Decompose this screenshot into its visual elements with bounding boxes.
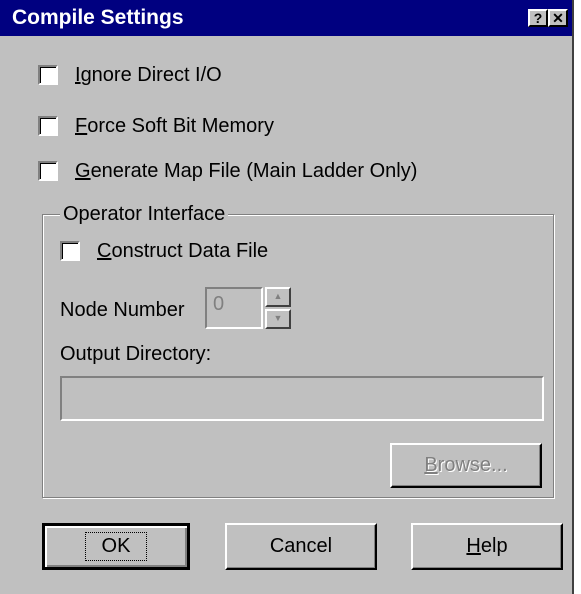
force-soft-bit-memory-checkbox[interactable] [38, 116, 58, 136]
generate-map-file-option[interactable]: Generate Map File (Main Ladder Only) [38, 156, 417, 186]
compile-settings-dialog: Compile Settings ? ✕ Ignore Direct I/O F… [0, 0, 574, 594]
ignore-direct-io-checkbox[interactable] [38, 65, 58, 85]
help-button[interactable]: Help [411, 523, 563, 570]
help-question-button[interactable]: ? [528, 9, 548, 27]
ok-focus-rect: OK [84, 532, 148, 561]
node-number-input[interactable]: 0 [205, 287, 263, 329]
force-soft-bit-memory-label: Force Soft Bit Memory [75, 114, 274, 137]
output-directory-label: Output Directory: [60, 343, 212, 365]
construct-data-file-checkbox[interactable] [60, 241, 80, 261]
construct-data-file-option[interactable]: Construct Data File [60, 236, 268, 266]
browse-button[interactable]: Browse... [390, 443, 542, 488]
force-soft-bit-memory-option[interactable]: Force Soft Bit Memory [38, 111, 274, 141]
node-number-spin-down[interactable]: ▼ [265, 309, 291, 329]
cancel-button[interactable]: Cancel [225, 523, 377, 570]
title-bar[interactable]: Compile Settings ? ✕ [0, 0, 572, 36]
ignore-direct-io-option[interactable]: Ignore Direct I/O [38, 60, 222, 90]
close-button[interactable]: ✕ [548, 9, 568, 27]
operator-interface-legend: Operator Interface [60, 203, 229, 226]
node-number-label: Node Number [60, 299, 185, 321]
dialog-title: Compile Settings [12, 6, 184, 29]
construct-data-file-label: Construct Data File [97, 239, 269, 262]
generate-map-file-checkbox[interactable] [38, 161, 58, 181]
generate-map-file-label: Generate Map File (Main Ladder Only) [75, 159, 418, 182]
ignore-direct-io-label: Ignore Direct I/O [75, 63, 222, 86]
output-directory-input[interactable] [60, 376, 544, 421]
ok-button[interactable]: OK [42, 523, 190, 570]
node-number-spin-up[interactable]: ▲ [265, 287, 291, 307]
